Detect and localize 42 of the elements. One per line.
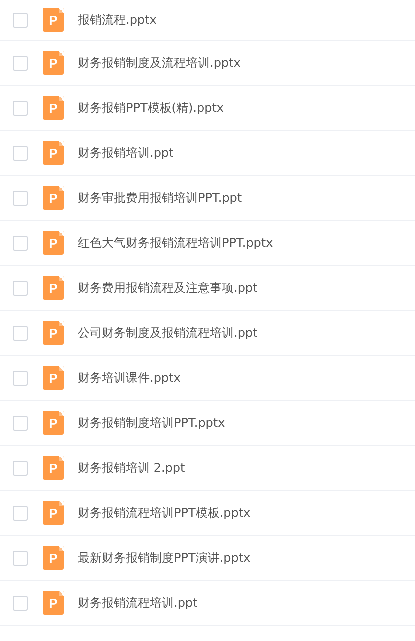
presentation-file-icon: P bbox=[43, 321, 64, 345]
presentation-file-icon: P bbox=[43, 456, 64, 480]
presentation-file-icon: P bbox=[43, 366, 64, 390]
presentation-file-icon: P bbox=[43, 276, 64, 300]
checkbox[interactable] bbox=[13, 416, 28, 430]
presentation-file-icon: P bbox=[43, 186, 64, 210]
presentation-file-icon: P bbox=[43, 8, 64, 32]
checkbox[interactable] bbox=[13, 56, 28, 70]
file-name[interactable]: 财务报销培训.ppt bbox=[78, 144, 174, 162]
checkbox[interactable] bbox=[13, 236, 28, 250]
checkbox[interactable] bbox=[13, 280, 28, 296]
presentation-file-icon: P bbox=[43, 51, 64, 75]
checkbox[interactable] bbox=[13, 100, 28, 116]
presentation-file-icon: P bbox=[43, 231, 64, 255]
file-name[interactable]: 财务报销流程培训.ppt bbox=[78, 594, 198, 612]
file-name[interactable]: 红色大气财务报销流程培训PPT.pptx bbox=[78, 234, 274, 252]
file-name[interactable]: 财务报销PPT模板(精).pptx bbox=[78, 100, 224, 116]
presentation-file-icon: P bbox=[43, 141, 64, 165]
file-name[interactable]: 财务报销制度及流程培训.pptx bbox=[78, 54, 241, 72]
checkbox[interactable] bbox=[13, 370, 28, 386]
presentation-file-icon: P bbox=[43, 591, 64, 615]
presentation-file-icon: P bbox=[43, 96, 64, 120]
file-name[interactable]: 财务培训课件.pptx bbox=[78, 370, 181, 386]
checkbox[interactable] bbox=[13, 596, 28, 610]
file-name[interactable]: 财务费用报销流程及注意事项.ppt bbox=[78, 280, 258, 296]
checkbox[interactable] bbox=[13, 326, 28, 340]
file-name[interactable]: 财务报销制度培训PPT.pptx bbox=[78, 414, 226, 432]
checkbox[interactable] bbox=[13, 460, 28, 476]
checkbox[interactable] bbox=[13, 190, 28, 206]
checkbox[interactable] bbox=[13, 506, 28, 520]
file-name[interactable]: 报销流程.pptx bbox=[78, 12, 157, 28]
checkbox[interactable] bbox=[13, 146, 28, 160]
file-name[interactable]: 财务报销流程培训PPT模板.pptx bbox=[78, 504, 251, 522]
file-name[interactable]: 公司财务制度及报销流程培训.ppt bbox=[78, 324, 258, 342]
file-name[interactable]: 财务报销培训 2.ppt bbox=[78, 460, 186, 476]
presentation-file-icon: P bbox=[43, 546, 64, 570]
presentation-file-icon: P bbox=[43, 411, 64, 435]
checkbox[interactable] bbox=[13, 550, 28, 566]
file-name[interactable]: 财务审批费用报销培训PPT.ppt bbox=[78, 190, 242, 206]
presentation-file-icon: P bbox=[43, 501, 64, 525]
file-name[interactable]: 最新财务报销制度PPT演讲.pptx bbox=[78, 550, 251, 566]
checkbox[interactable] bbox=[13, 12, 28, 28]
